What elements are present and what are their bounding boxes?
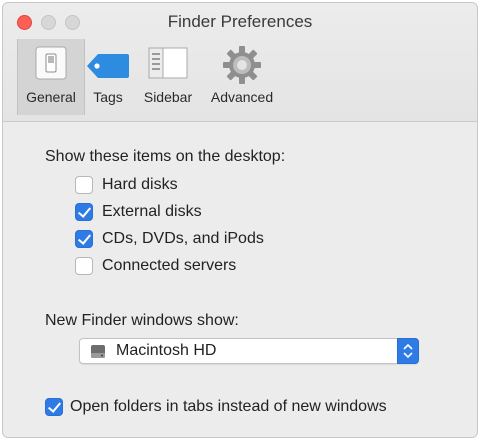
hard-disks-option[interactable]: Hard disks	[75, 175, 178, 195]
connected-servers-option[interactable]: Connected servers	[75, 256, 236, 276]
tab-advanced[interactable]: Advanced	[203, 39, 281, 115]
hard-drive-icon	[90, 344, 106, 359]
new-window-value: Macintosh HD	[116, 342, 217, 359]
tab-tags[interactable]: Tags	[85, 39, 131, 115]
cds-dvds-ipods-label: CDs, DVDs, and iPods	[102, 230, 264, 247]
tab-general-label: General	[26, 89, 76, 105]
open-in-tabs-checkbox[interactable]	[45, 398, 63, 416]
open-in-tabs-option[interactable]: Open folders in tabs instead of new wind…	[45, 397, 387, 417]
connected-servers-label: Connected servers	[102, 257, 237, 274]
connected-servers-checkbox[interactable]	[75, 257, 93, 275]
tab-sidebar[interactable]: Sidebar	[135, 39, 201, 115]
general-switch-icon	[33, 45, 69, 86]
tab-general[interactable]: General	[17, 39, 85, 115]
cds-dvds-ipods-option[interactable]: CDs, DVDs, and iPods	[75, 229, 264, 249]
window-title: Finder Preferences	[167, 12, 313, 31]
external-disks-checkbox[interactable]	[75, 203, 93, 221]
external-disks-label: External disks	[102, 203, 202, 220]
open-in-tabs-label: Open folders in tabs instead of new wind…	[70, 398, 387, 415]
finder-preferences-window: Finder Preferences General Tags Sidebar …	[2, 2, 478, 438]
desktop-items-heading: Show these items on the desktop:	[45, 148, 286, 165]
new-window-heading: New Finder windows show:	[45, 312, 239, 329]
gear-icon	[222, 45, 262, 90]
title-toolbar: Finder Preferences General Tags Sidebar …	[3, 3, 477, 122]
new-window-popup[interactable]: Macintosh HD	[79, 338, 419, 364]
external-disks-option[interactable]: External disks	[75, 202, 202, 222]
tab-sidebar-label: Sidebar	[143, 89, 193, 105]
general-pane: Show these items on the desktop: Hard di…	[3, 122, 477, 437]
sidebar-icon	[148, 45, 188, 86]
tag-icon	[86, 53, 130, 84]
tab-tags-label: Tags	[93, 89, 123, 105]
hard-disks-checkbox[interactable]	[75, 176, 93, 194]
chevron-updown-icon[interactable]	[397, 338, 419, 364]
tab-advanced-label: Advanced	[210, 89, 274, 105]
cds-dvds-ipods-checkbox[interactable]	[75, 230, 93, 248]
hard-disks-label: Hard disks	[102, 176, 178, 193]
